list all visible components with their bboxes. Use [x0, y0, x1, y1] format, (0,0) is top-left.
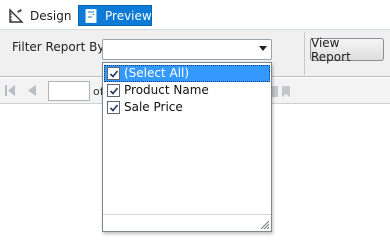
popup-footer — [103, 214, 271, 231]
filter-report-by-dropdown[interactable] — [102, 39, 272, 60]
checkmark-icon — [109, 87, 119, 95]
product-name-checkbox[interactable] — [107, 84, 120, 97]
option-select-all[interactable]: (Select All) — [104, 65, 270, 82]
sale-price-checkbox[interactable] — [107, 101, 120, 114]
filter-report-by-label: Filter Report By — [12, 40, 105, 54]
filter-options-popup: (Select All) Product Name Sale Price — [102, 62, 272, 232]
tab-preview-label: Preview — [105, 8, 152, 23]
resize-grip-icon[interactable] — [258, 218, 270, 230]
checkmark-icon — [109, 104, 119, 112]
option-product-name[interactable]: Product Name — [104, 82, 270, 99]
select-all-label: (Select All) — [124, 66, 190, 80]
checkmark-icon — [109, 70, 119, 78]
tab-design[interactable]: Design — [4, 5, 74, 26]
tab-design-label: Design — [30, 8, 72, 23]
option-sale-price[interactable]: Sale Price — [104, 99, 270, 116]
page-number-input[interactable] — [48, 81, 90, 101]
view-report-button[interactable]: View Report — [310, 36, 384, 64]
tab-preview[interactable]: Preview — [78, 5, 152, 26]
chevron-down-icon[interactable] — [259, 46, 267, 51]
preview-report-icon — [83, 8, 99, 24]
bookmark-icon[interactable] — [282, 86, 290, 97]
view-tab-bar: Design Preview — [0, 0, 390, 30]
previous-page-icon[interactable] — [28, 85, 36, 96]
sale-price-label: Sale Price — [124, 100, 183, 114]
design-ruler-icon — [8, 7, 24, 24]
parameter-divider — [304, 32, 305, 75]
first-page-icon[interactable] — [5, 85, 15, 96]
select-all-checkbox[interactable] — [107, 67, 120, 80]
product-name-label: Product Name — [124, 83, 209, 97]
